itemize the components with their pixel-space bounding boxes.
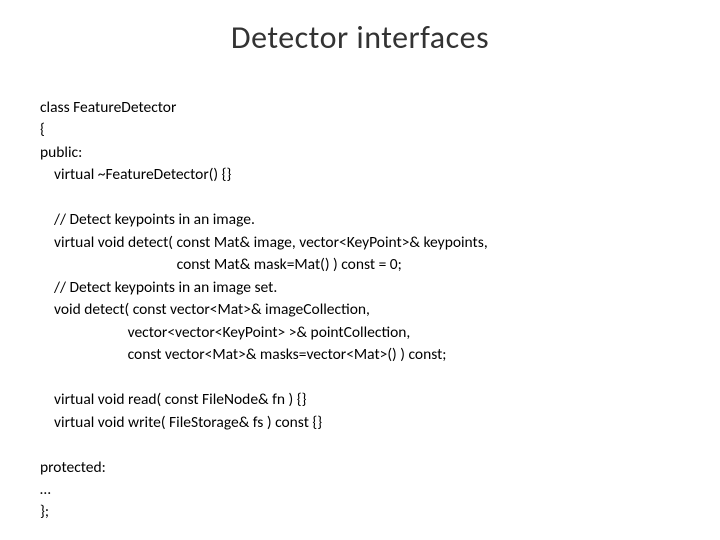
code-line: virtual void detect( const Mat& image, v… [40, 233, 488, 252]
code-line: class FeatureDetector [40, 98, 176, 117]
code-line: virtual ~FeatureDetector() {} [40, 165, 231, 184]
code-line: // Detect keypoints in an image. [40, 210, 255, 229]
code-line: }; [40, 502, 49, 521]
code-line: public: [40, 143, 82, 162]
code-line: const vector<Mat>& masks=vector<Mat>() )… [40, 345, 446, 364]
code-line: { [40, 120, 45, 139]
code-line: … [40, 480, 51, 499]
code-line: const Mat& mask=Mat() ) const = 0; [40, 255, 402, 274]
code-block: class FeatureDetector { public: virtual … [40, 97, 680, 524]
slide-title: Detector interfaces [40, 18, 680, 57]
slide: Detector interfaces class FeatureDetecto… [0, 0, 720, 540]
code-line: protected: [40, 458, 106, 477]
code-line: virtual void read( const FileNode& fn ) … [40, 390, 306, 409]
code-line: // Detect keypoints in an image set. [40, 278, 277, 297]
code-line: virtual void write( FileStorage& fs ) co… [40, 413, 322, 432]
code-line: vector<vector<KeyPoint> >& pointCollecti… [40, 323, 410, 342]
code-line: void detect( const vector<Mat>& imageCol… [40, 300, 370, 319]
